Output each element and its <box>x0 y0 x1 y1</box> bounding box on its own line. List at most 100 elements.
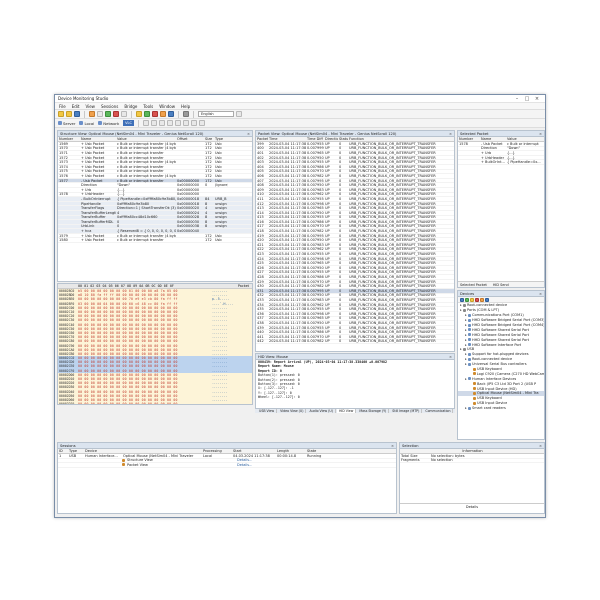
view-tab[interactable]: Audio View (U) <box>307 409 336 413</box>
packet-row[interactable]: 442 2024-03-04 11:17:38.414...0.007982UP 0… <box>256 339 454 345</box>
column-header[interactable]: Type <box>214 137 228 141</box>
close-icon[interactable]: × <box>449 132 452 136</box>
tool-icon[interactable] <box>158 120 165 126</box>
selected-packet-row[interactable]: + BulkOrInt...{ PipeHandle=0x... <box>458 160 544 165</box>
start-icon[interactable] <box>105 111 111 117</box>
close-icon[interactable]: × <box>532 96 542 102</box>
menu-item-view[interactable]: View <box>85 104 95 109</box>
column-header[interactable]: State <box>306 449 336 453</box>
view-tab[interactable]: Still Image (MTP) <box>390 409 423 413</box>
column-header[interactable]: Name <box>80 137 116 141</box>
cell-diff: 0.007950 <box>307 183 324 188</box>
structure-row[interactable]: 1580 + Usb Packet c Bulk or interrupt tran… <box>58 238 252 244</box>
network-button[interactable]: Network <box>98 121 119 126</box>
dropdown-icon[interactable] <box>236 111 242 117</box>
close-icon[interactable]: × <box>539 444 542 448</box>
column-header[interactable]: ID <box>58 449 68 453</box>
server-button[interactable]: Server <box>58 121 75 126</box>
cell-state: Running <box>307 453 322 458</box>
column-header[interactable]: Device <box>84 449 202 453</box>
star-icon[interactable] <box>480 297 484 302</box>
hid-send-footer-tab[interactable]: HID Send <box>493 283 509 287</box>
view-tab[interactable]: Communication <box>423 409 454 413</box>
menu-item-bridge[interactable]: Bridge <box>124 104 137 109</box>
close-icon[interactable]: × <box>539 292 542 296</box>
record-icon[interactable] <box>152 111 158 117</box>
hex-row[interactable]: 00002D70 00 00 00 00 00 00 00 00 00 00 00… <box>58 402 252 404</box>
selection-details[interactable]: Details <box>400 503 544 509</box>
column-header[interactable]: Packet <box>256 137 268 141</box>
layout-icon[interactable] <box>183 111 189 117</box>
tool-icon[interactable] <box>142 120 149 126</box>
view-tab[interactable]: Video View (U) <box>278 409 307 413</box>
local-button[interactable]: Local <box>79 121 94 126</box>
column-header[interactable]: Size <box>204 137 214 141</box>
tool-icon[interactable] <box>150 120 157 126</box>
menu-item-edit[interactable]: Edit <box>72 104 80 109</box>
column-header[interactable]: Length <box>276 449 306 453</box>
device-tree-item[interactable]: ▸ Smart card readers <box>458 406 544 411</box>
session-details-link[interactable]: Details... <box>236 458 252 462</box>
filter-icon[interactable] <box>144 111 150 117</box>
menu-item-sessions[interactable]: Sessions <box>101 104 118 109</box>
column-header[interactable]: Type <box>68 449 84 453</box>
view-tab[interactable]: HID View <box>336 409 357 413</box>
view-tab[interactable]: USB View <box>257 409 278 413</box>
cell-value: {...} <box>507 150 515 155</box>
selected-packet-footer-tab[interactable]: Selected Packet <box>460 283 487 287</box>
paste-icon[interactable] <box>97 111 103 117</box>
new-icon[interactable] <box>58 111 64 117</box>
save-icon[interactable] <box>74 111 80 117</box>
device-label: USB Input Device (HD) <box>477 386 517 391</box>
tool-icon[interactable] <box>198 120 205 126</box>
close-icon[interactable]: × <box>449 355 452 359</box>
tool-icon[interactable] <box>174 120 181 126</box>
close-icon[interactable]: × <box>247 132 250 136</box>
link-icon[interactable] <box>485 297 489 302</box>
maximize-icon[interactable]: □ <box>522 96 532 102</box>
column-header[interactable]: Time Diff <box>306 137 324 141</box>
language-select[interactable]: English <box>198 111 234 117</box>
column-header[interactable]: Direction <box>324 137 338 141</box>
bookmark-icon[interactable] <box>136 111 142 117</box>
add-icon[interactable] <box>465 297 469 302</box>
folder-icon[interactable] <box>470 297 474 302</box>
column-header[interactable]: Time <box>268 137 306 141</box>
vlc-button[interactable]: VLC <box>123 120 134 126</box>
tool-icon[interactable] <box>190 120 197 126</box>
menu-item-help[interactable]: Help <box>181 104 190 109</box>
column-header[interactable]: Value <box>116 137 176 141</box>
column-header[interactable]: Offset <box>176 137 204 141</box>
tool-icon[interactable] <box>182 120 189 126</box>
tool-icon[interactable] <box>166 120 173 126</box>
device-icon <box>468 343 471 347</box>
close-icon[interactable]: × <box>391 444 394 448</box>
info-icon[interactable] <box>168 111 174 117</box>
column-header[interactable]: Processing <box>202 449 232 453</box>
cell-st: 0 <box>339 288 342 293</box>
pause-icon[interactable] <box>121 111 127 117</box>
column-header[interactable]: Status <box>338 137 348 141</box>
session-view-row[interactable]: Packet View Details... <box>58 463 396 468</box>
column-header[interactable]: Value <box>506 137 544 141</box>
column-header[interactable]: Name <box>480 137 506 141</box>
open-icon[interactable] <box>66 111 72 117</box>
menu-item-file[interactable]: File <box>59 104 66 109</box>
menu-item-window[interactable]: Window <box>159 104 175 109</box>
view-tab[interactable]: Mass Storage (Y) <box>357 409 390 413</box>
menu-item-tools[interactable]: Tools <box>143 104 153 109</box>
stop-icon[interactable] <box>113 111 119 117</box>
settings-icon[interactable] <box>160 111 166 117</box>
session-details-link[interactable]: Details... <box>236 463 252 467</box>
column-header[interactable]: Function <box>348 137 452 141</box>
column-header[interactable]: Number <box>458 137 480 141</box>
copy-icon[interactable] <box>89 111 95 117</box>
column-header[interactable]: Number <box>58 137 80 141</box>
cell-st: 0 <box>339 252 342 257</box>
device-label: Human Interface Devices <box>472 376 517 381</box>
minimize-icon[interactable]: – <box>512 96 522 102</box>
refresh-icon[interactable] <box>460 297 464 302</box>
remove-icon[interactable] <box>475 297 479 302</box>
close-icon[interactable]: × <box>539 132 542 136</box>
column-header[interactable]: Start <box>232 449 276 453</box>
